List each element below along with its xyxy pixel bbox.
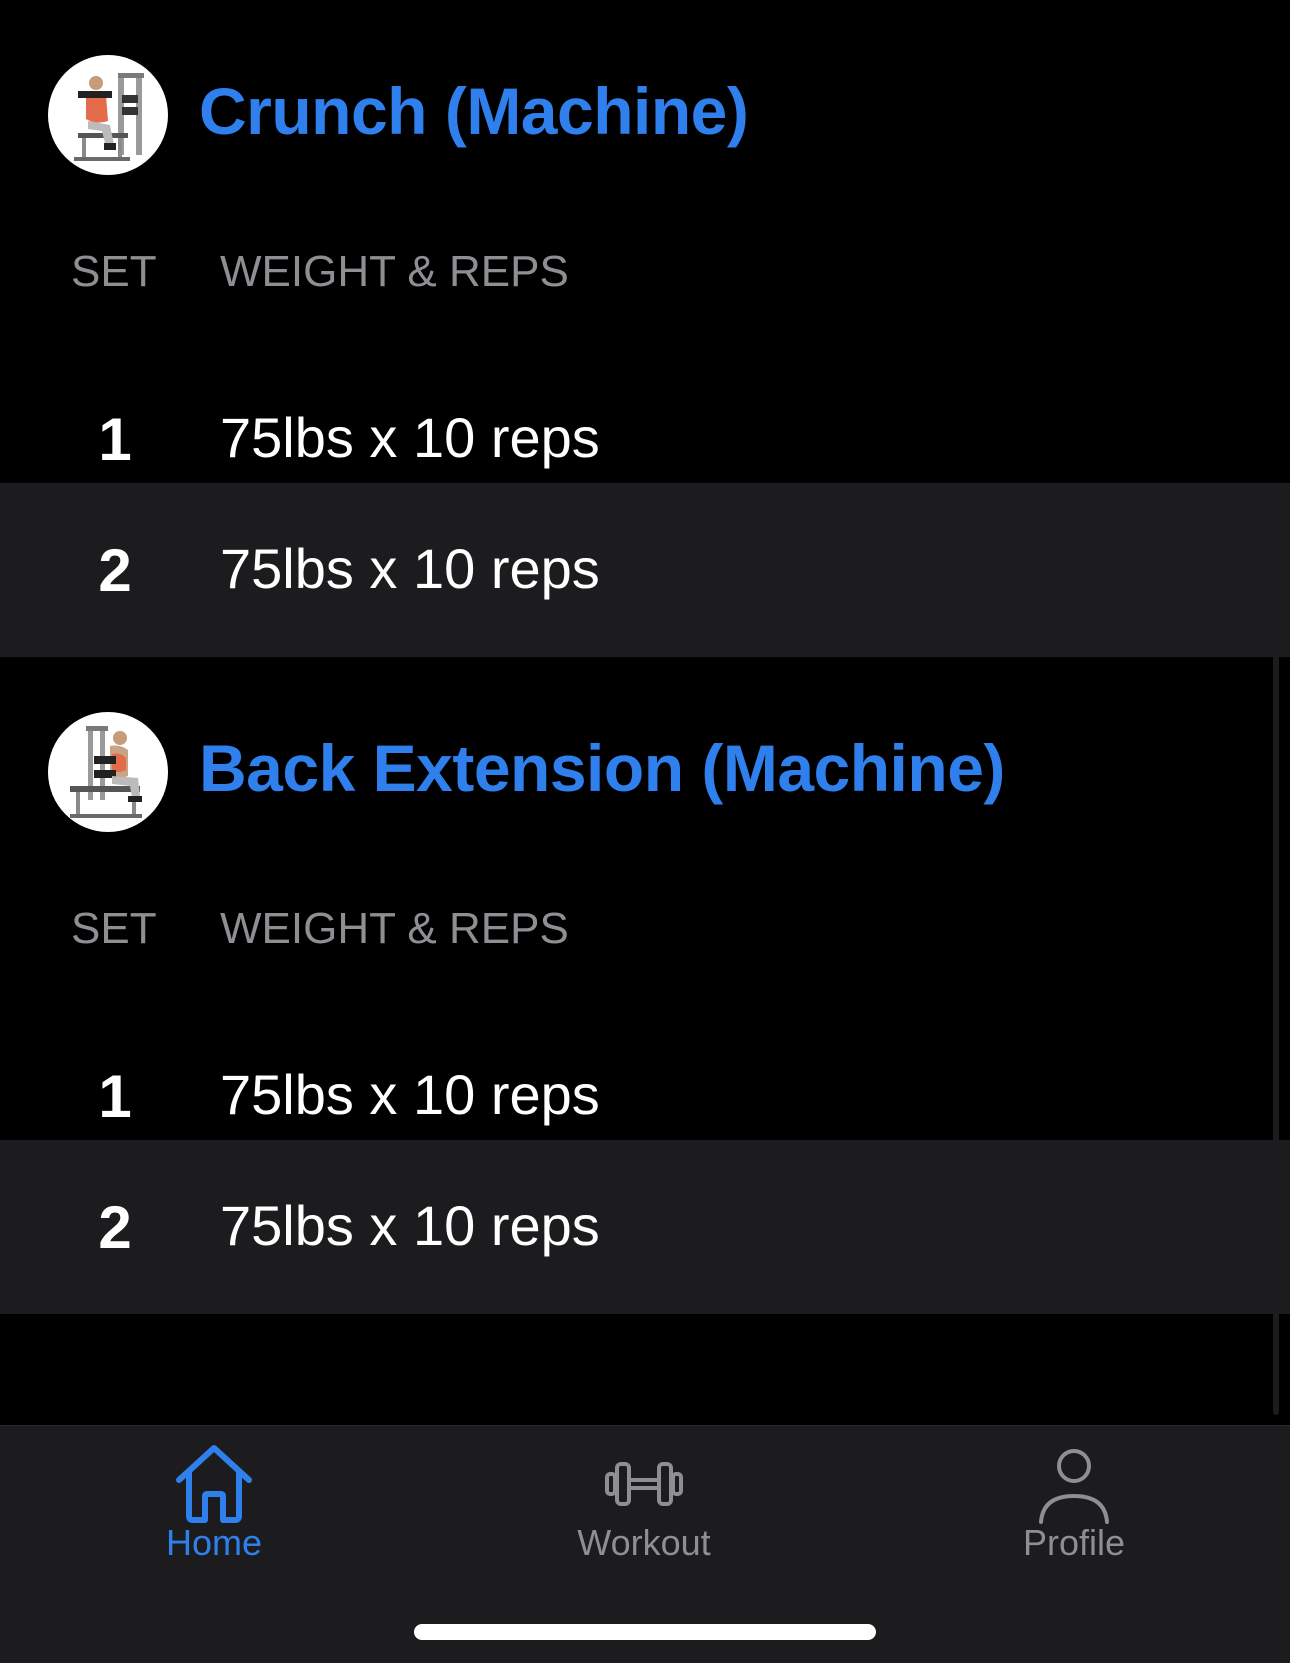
tab-profile-label: Profile [1022,1522,1126,1563]
set-row[interactable]: 2 75lbs x 10 reps [0,483,1290,657]
tab-workout[interactable]: Workout [524,1426,764,1586]
set-weight-reps: 75lbs x 10 reps [220,1063,600,1126]
tab-home[interactable]: Home [94,1426,334,1586]
back-extension-machine-thumbnail[interactable] [48,712,168,832]
tab-bar: Home Workout Profile [0,1425,1290,1663]
workout-detail-list[interactable]: Crunch (Machine) SET WEIGHT & REPS 1 75l… [0,0,1290,1425]
set-weight-reps: 75lbs x 10 reps [220,406,600,469]
set-table-header: SET WEIGHT & REPS [0,234,1290,309]
set-row[interactable]: 1 75lbs x 10 reps [0,966,1290,1140]
set-column-header: SET [71,247,157,296]
person-icon [1029,1438,1119,1528]
set-number: 2 [98,537,132,604]
set-row[interactable]: 1 75lbs x 10 reps [0,309,1290,483]
set-table-header: SET WEIGHT & REPS [0,891,1290,966]
scrollbar[interactable] [1273,595,1279,1415]
exercise-card: Back Extension (Machine) SET WEIGHT & RE… [0,657,1290,1314]
weight-reps-column-header: WEIGHT & REPS [220,904,569,953]
set-number: 1 [98,406,132,473]
crunch-machine-thumbnail[interactable] [48,55,168,175]
set-number: 1 [98,1063,132,1130]
exercise-header[interactable]: Back Extension (Machine) [0,657,1290,891]
home-indicator[interactable] [414,1624,876,1640]
weight-reps-column-header: WEIGHT & REPS [220,247,569,296]
exercise-title[interactable]: Crunch (Machine) [199,78,749,144]
house-icon [169,1438,259,1528]
crunch-machine-illustration-icon [74,73,144,161]
tab-workout-label: Workout [577,1522,711,1563]
exercise-title[interactable]: Back Extension (Machine) [199,735,1005,801]
set-weight-reps: 75lbs x 10 reps [220,537,600,600]
exercise-header[interactable]: Crunch (Machine) [0,0,1290,234]
dumbbell-icon [599,1438,689,1528]
set-column-header: SET [71,904,157,953]
back-extension-machine-illustration-icon [70,726,142,818]
exercise-card: Crunch (Machine) SET WEIGHT & REPS 1 75l… [0,0,1290,657]
set-number: 2 [98,1194,132,1261]
set-weight-reps: 75lbs x 10 reps [220,1194,600,1257]
tab-home-label: Home [165,1522,263,1563]
tab-profile[interactable]: Profile [954,1426,1194,1586]
set-row[interactable]: 2 75lbs x 10 reps [0,1140,1290,1314]
